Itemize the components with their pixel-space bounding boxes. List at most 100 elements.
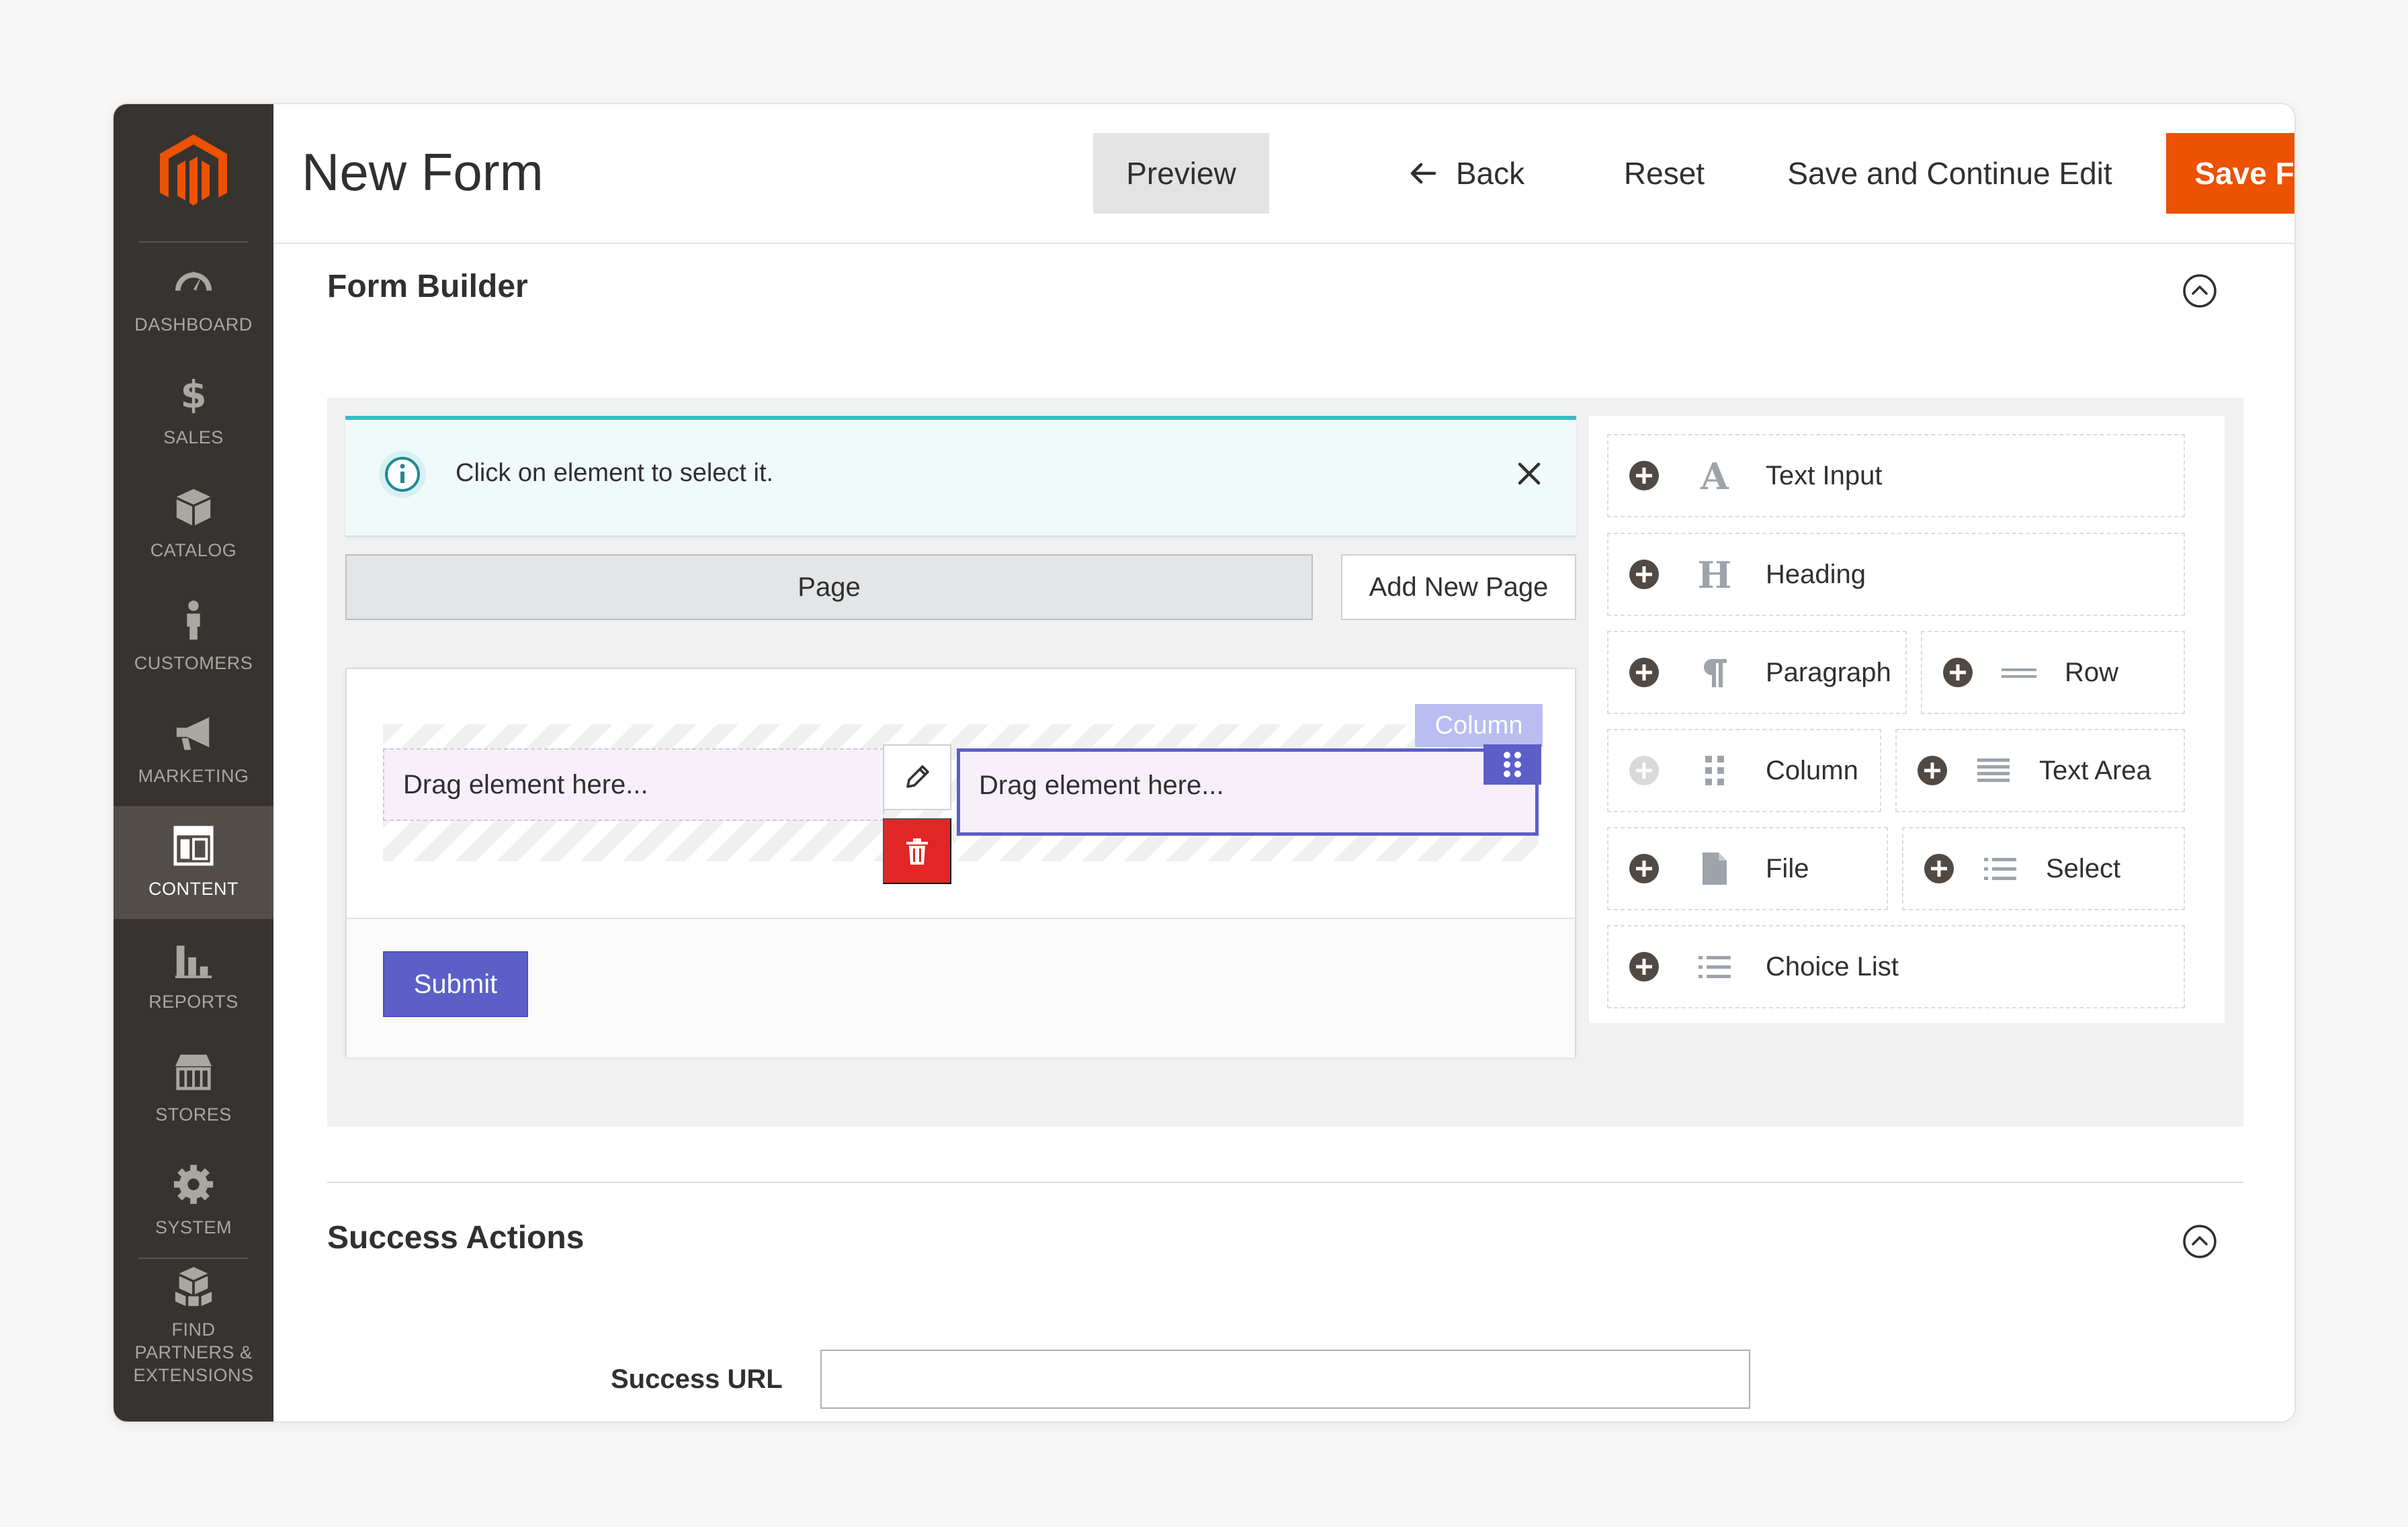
admin-sidebar: DASHBOARD $ SALES CATALOG CUSTOMERS MARK…	[114, 104, 273, 1422]
row-lines-icon	[2000, 654, 2038, 691]
nav-dashboard[interactable]: DASHBOARD	[114, 242, 273, 355]
list-icon	[1981, 850, 2019, 887]
save-continue-button[interactable]: Save and Continue Edit	[1762, 133, 2138, 214]
nav-label: CUSTOMERS	[134, 653, 253, 673]
nav-sales[interactable]: $ SALES	[114, 355, 273, 468]
trash-icon	[906, 838, 928, 865]
palette-choice-list[interactable]: Choice List	[1607, 925, 2185, 1008]
notice-text: Click on element to select it.	[456, 459, 774, 487]
success-actions-title: Success Actions	[327, 1220, 585, 1256]
drop-zone-right-selected[interactable]: Drag element here...	[957, 748, 1539, 836]
palette-label: Column	[1766, 755, 1858, 785]
back-label: Back	[1455, 156, 1525, 191]
magento-logo-icon	[160, 134, 227, 206]
store-icon	[175, 1054, 212, 1090]
page-header: New Form Preview Back Reset Save and Con…	[273, 104, 2294, 244]
palette-paragraph[interactable]: Paragraph	[1607, 631, 1907, 714]
back-button[interactable]: Back	[1392, 133, 1541, 214]
palette-label: File	[1766, 853, 1809, 883]
edit-column-button[interactable]	[883, 744, 951, 810]
plus-circle-icon	[1943, 658, 1973, 687]
page-tab[interactable]: Page	[345, 554, 1313, 620]
nav-content[interactable]: CONTENT	[114, 806, 273, 919]
gear-icon	[173, 1164, 214, 1205]
palette-label: Paragraph	[1766, 657, 1891, 687]
reset-button[interactable]: Reset	[1590, 133, 1738, 214]
palette-label: Text Input	[1766, 460, 1883, 490]
element-palette: A Text Input H Heading Paragraph Row Col…	[1589, 416, 2225, 1023]
file-icon	[1696, 850, 1733, 887]
plus-circle-icon	[1629, 658, 1659, 687]
palette-text-area[interactable]: Text Area	[1895, 729, 2185, 812]
arrow-left-icon	[1410, 163, 1436, 184]
letter-a-icon: A	[1696, 457, 1733, 494]
success-url-label: Success URL	[611, 1364, 783, 1394]
plus-circle-icon	[1918, 756, 1947, 785]
collapse-up-icon[interactable]	[2182, 1223, 2218, 1260]
dollar-icon: $	[180, 374, 206, 415]
delete-column-button[interactable]	[883, 818, 951, 884]
grip-icon	[1504, 752, 1521, 777]
nav-marketing[interactable]: MARKETING	[114, 693, 273, 806]
save-form-button[interactable]: Save Form	[2166, 133, 2294, 214]
collapse-up-icon[interactable]	[2182, 273, 2218, 309]
nav-label: CONTENT	[148, 879, 239, 899]
column-tag: Column	[1415, 704, 1543, 747]
magento-logo[interactable]	[114, 104, 273, 242]
list-icon	[1696, 948, 1733, 986]
palette-heading[interactable]: H Heading	[1607, 533, 2185, 616]
palette-label: Choice List	[1766, 951, 1899, 981]
plus-circle-icon	[1629, 854, 1659, 883]
plus-circle-icon	[1629, 560, 1659, 589]
palette-label: Text Area	[2039, 755, 2151, 785]
letter-h-icon: H	[1696, 556, 1733, 593]
nav-label: FIND PARTNERS & EXTENSIONS	[133, 1319, 254, 1385]
nav-find-partners[interactable]: FIND PARTNERS & EXTENSIONS	[114, 1259, 273, 1393]
admin-window: DASHBOARD $ SALES CATALOG CUSTOMERS MARK…	[112, 103, 2296, 1423]
svg-text:$: $	[180, 374, 206, 415]
cubes-icon	[175, 1266, 212, 1307]
section-divider	[327, 1182, 2243, 1183]
plus-circle-icon-disabled	[1629, 756, 1659, 785]
pilcrow-icon	[1696, 654, 1733, 691]
form-page-card: Drag element here... Drag element here..…	[345, 668, 1576, 1057]
palette-label: Select	[2046, 853, 2121, 883]
drop-zone-text: Drag element here...	[979, 770, 1224, 800]
drag-handle[interactable]	[1484, 744, 1541, 785]
plus-circle-icon	[1629, 461, 1659, 490]
dashboard-icon	[175, 271, 212, 291]
info-notice: Click on element to select it.	[345, 416, 1576, 537]
plus-circle-icon	[1629, 952, 1659, 981]
bar-chart-icon	[175, 945, 212, 979]
svg-text:H: H	[1697, 557, 1731, 592]
palette-column[interactable]: Column	[1607, 729, 1881, 812]
success-url-input[interactable]	[820, 1350, 1750, 1409]
info-icon	[379, 451, 426, 498]
palette-file[interactable]: File	[1607, 827, 1888, 910]
nav-label: DASHBOARD	[134, 314, 253, 335]
palette-label: Heading	[1766, 559, 1866, 589]
nav-reports[interactable]: REPORTS	[114, 919, 273, 1032]
form-builder-area: Click on element to select it. Page Add …	[327, 398, 2243, 1127]
palette-select[interactable]: Select	[1902, 827, 2185, 910]
add-new-page-button[interactable]: Add New Page	[1341, 554, 1576, 620]
nav-catalog[interactable]: CATALOG	[114, 468, 273, 580]
submit-button[interactable]: Submit	[383, 951, 528, 1017]
grip-icon	[1696, 752, 1733, 789]
text-lines-icon	[1975, 752, 2012, 789]
nav-customers[interactable]: CUSTOMERS	[114, 580, 273, 693]
palette-text-input[interactable]: A Text Input	[1607, 434, 2185, 517]
nav-system[interactable]: SYSTEM	[114, 1145, 273, 1258]
nav-label: STORES	[155, 1104, 232, 1125]
megaphone-icon	[176, 717, 210, 750]
close-icon[interactable]	[1514, 459, 1544, 488]
pencil-icon	[906, 765, 929, 788]
nav-stores[interactable]: STORES	[114, 1032, 273, 1145]
page-title: New Form	[302, 142, 544, 202]
person-icon	[187, 600, 200, 640]
drop-zone-left[interactable]: Drag element here...	[383, 748, 884, 821]
nav-label: MARKETING	[138, 766, 249, 786]
palette-row[interactable]: Row	[1921, 631, 2185, 714]
svg-text:A: A	[1700, 458, 1729, 493]
preview-button[interactable]: Preview	[1093, 133, 1269, 214]
